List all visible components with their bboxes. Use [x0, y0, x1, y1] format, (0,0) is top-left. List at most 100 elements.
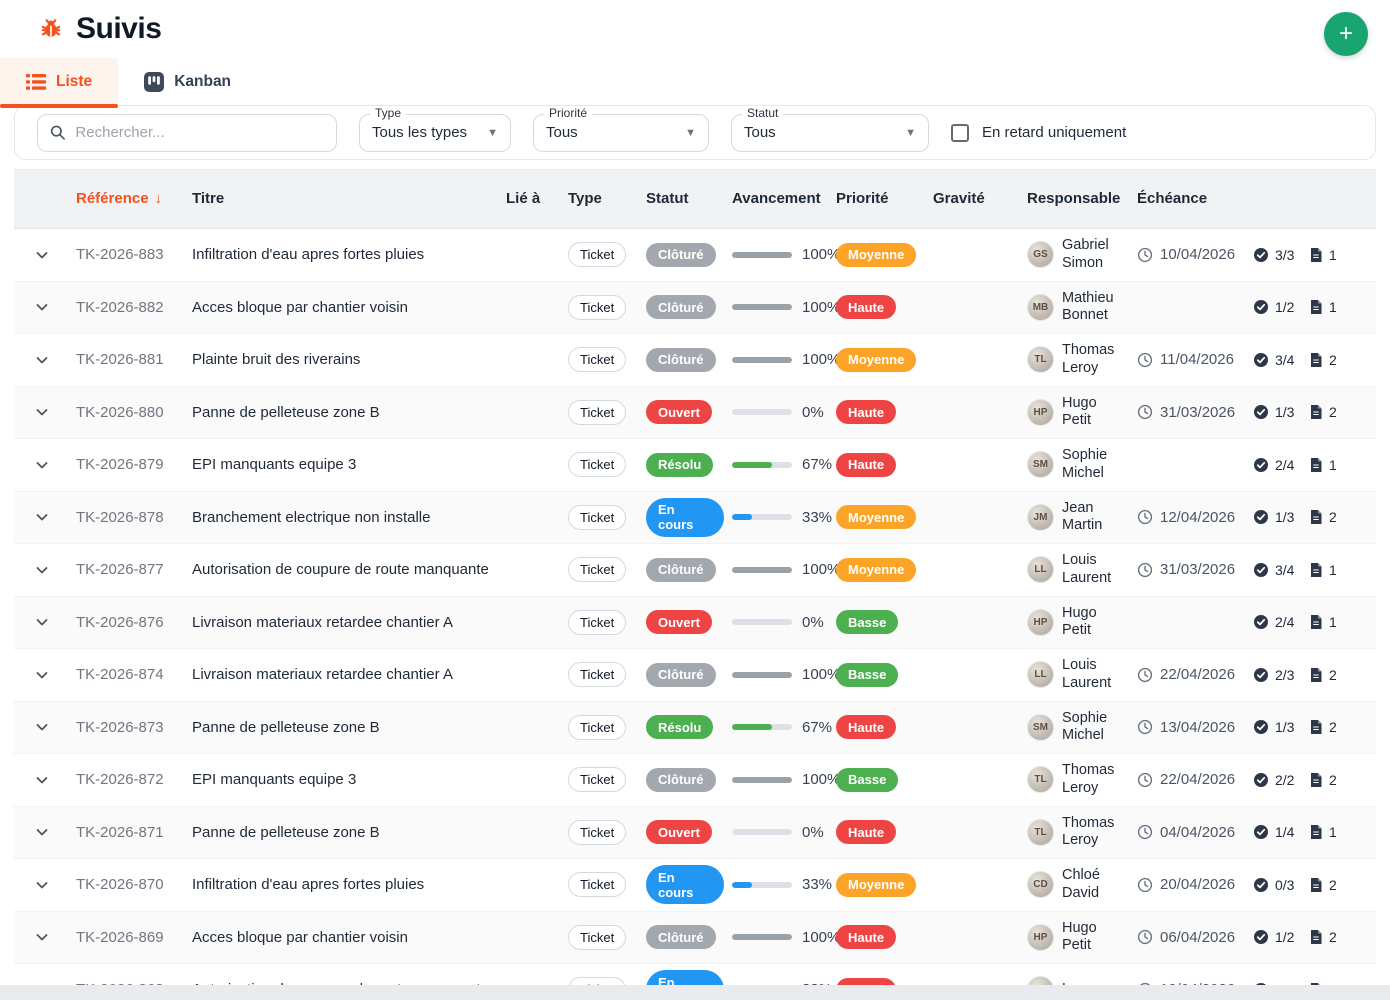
column-header-gravity[interactable]: Gravité — [925, 189, 1019, 209]
status-cell: Clôturé — [638, 243, 724, 267]
tab-liste[interactable]: Liste — [0, 58, 118, 105]
responsible-name: GabrielSimon — [1062, 237, 1109, 272]
avatar: LL — [1027, 661, 1054, 688]
checklist-count-text: 2/4 — [1275, 614, 1294, 630]
responsible-name-line: Chloé — [1062, 867, 1100, 885]
document-icon — [1309, 299, 1323, 315]
chevron-down-icon: ▼ — [905, 127, 916, 139]
search-input[interactable] — [75, 124, 324, 141]
documents-cell: 2 — [1301, 509, 1349, 525]
reference-text: TK-2026-877 — [76, 561, 164, 578]
priority-filter-select[interactable]: Priorité Tous ▼ — [533, 114, 709, 152]
title-cell[interactable]: Acces bloque par chantier voisin — [184, 929, 498, 946]
expand-row-button[interactable] — [14, 299, 62, 315]
column-header-title[interactable]: Titre — [184, 189, 498, 209]
documents-cell: 2 — [1301, 719, 1349, 735]
title-cell[interactable]: Panne de pelleteuse zone B — [184, 824, 498, 841]
title-cell[interactable]: EPI manquants equipe 3 — [184, 456, 498, 473]
check-circle-icon — [1253, 719, 1269, 735]
expand-row-button[interactable] — [14, 404, 62, 420]
documents-count: 2 — [1309, 877, 1337, 893]
column-header-responsible[interactable]: Responsable — [1019, 189, 1129, 209]
title-cell[interactable]: Livraison materiaux retardee chantier A — [184, 666, 498, 683]
expand-row-button[interactable] — [14, 562, 62, 578]
checkbox-icon[interactable] — [951, 124, 969, 142]
type-cell: Ticket — [560, 925, 638, 950]
column-header-due[interactable]: Échéance — [1129, 189, 1245, 209]
documents-cell: 1 — [1301, 299, 1349, 315]
due-date: 22/04/2026 — [1137, 771, 1235, 788]
type-badge: Ticket — [568, 400, 626, 425]
priority-cell: Haute — [828, 295, 925, 319]
progress-cell: 0% — [724, 824, 828, 841]
tab-liste-label: Liste — [56, 73, 92, 91]
responsible-name: MathieuBonnet — [1062, 290, 1114, 325]
title-cell[interactable]: Acces bloque par chantier voisin — [184, 299, 498, 316]
status-cell: Clôturé — [638, 663, 724, 687]
column-header-status[interactable]: Statut — [638, 189, 724, 209]
column-header-priority[interactable]: Priorité — [828, 189, 925, 209]
type-cell: Ticket — [560, 767, 638, 792]
expand-row-button[interactable] — [14, 877, 62, 893]
expand-row-button[interactable] — [14, 352, 62, 368]
responsible-name: ChloéDavid — [1062, 867, 1100, 902]
checklist-cell: 2/3 — [1245, 667, 1301, 683]
title-text: Autorisation de coupure de route manquan… — [192, 561, 489, 578]
list-icon — [26, 73, 46, 91]
expand-row-button[interactable] — [14, 509, 62, 525]
checklist-count: 0/3 — [1253, 877, 1294, 893]
checklist-count: 1/3 — [1253, 404, 1294, 420]
clock-icon — [1137, 247, 1153, 263]
type-filter-select[interactable]: Type Tous les types ▼ — [359, 114, 511, 152]
due-date-text: 11/04/2026 — [1160, 351, 1234, 368]
bottom-scroll-strip[interactable] — [0, 985, 1390, 1000]
expand-row-button[interactable] — [14, 772, 62, 788]
title-cell[interactable]: EPI manquants equipe 3 — [184, 771, 498, 788]
title-text: Plainte bruit des riverains — [192, 351, 360, 368]
expand-row-button[interactable] — [14, 614, 62, 630]
clock-icon — [1137, 772, 1153, 788]
column-header-progress[interactable]: Avancement — [724, 189, 828, 209]
status-cell: En cours — [638, 865, 724, 904]
expand-row-button[interactable] — [14, 824, 62, 840]
expand-row-button[interactable] — [14, 929, 62, 945]
documents-count-text: 2 — [1329, 352, 1337, 368]
title-cell[interactable]: Branchement electrique non installe — [184, 509, 498, 526]
expand-row-button[interactable] — [14, 457, 62, 473]
search-box[interactable] — [37, 114, 337, 152]
add-button[interactable]: + — [1324, 12, 1368, 56]
documents-count: 1 — [1309, 614, 1337, 630]
documents-count-text: 1 — [1329, 614, 1337, 630]
progress-track — [732, 514, 792, 520]
progress-cell: 33% — [724, 509, 828, 526]
title-cell[interactable]: Panne de pelleteuse zone B — [184, 404, 498, 421]
tab-kanban[interactable]: Kanban — [118, 58, 257, 105]
type-cell: Ticket — [560, 715, 638, 740]
title-cell[interactable]: Infiltration d'eau apres fortes pluies — [184, 876, 498, 893]
expand-row-button[interactable] — [14, 247, 62, 263]
expand-row-button[interactable] — [14, 719, 62, 735]
late-only-checkbox[interactable]: En retard uniquement — [951, 124, 1126, 142]
expand-row-button[interactable] — [14, 667, 62, 683]
document-icon — [1309, 929, 1323, 945]
title-cell[interactable]: Infiltration d'eau apres fortes pluies — [184, 246, 498, 263]
responsible-name-line: Hugo — [1062, 395, 1097, 413]
checklist-count-text: 1/2 — [1275, 929, 1294, 945]
progress-track — [732, 409, 792, 415]
title-cell[interactable]: Autorisation de coupure de route manquan… — [184, 561, 498, 578]
column-header-type[interactable]: Type — [560, 189, 638, 209]
table-row: TK-2026-880Panne de pelleteuse zone BTic… — [14, 387, 1376, 440]
responsible-name-line: Thomas — [1062, 342, 1114, 360]
status-filter-select[interactable]: Statut Tous ▼ — [731, 114, 929, 152]
column-header-reference[interactable]: Référence ↓ — [62, 189, 184, 209]
column-header-linked[interactable]: Lié à — [498, 189, 560, 209]
documents-count-text: 2 — [1329, 772, 1337, 788]
due-date-text: 31/03/2026 — [1160, 404, 1235, 421]
title-text: Branchement electrique non installe — [192, 509, 430, 526]
checklist-cell: 3/3 — [1245, 247, 1301, 263]
documents-count-text: 1 — [1329, 247, 1337, 263]
title-cell[interactable]: Panne de pelleteuse zone B — [184, 719, 498, 736]
title-cell[interactable]: Plainte bruit des riverains — [184, 351, 498, 368]
view-tabs: Liste Kanban — [0, 58, 1390, 105]
title-cell[interactable]: Livraison materiaux retardee chantier A — [184, 614, 498, 631]
